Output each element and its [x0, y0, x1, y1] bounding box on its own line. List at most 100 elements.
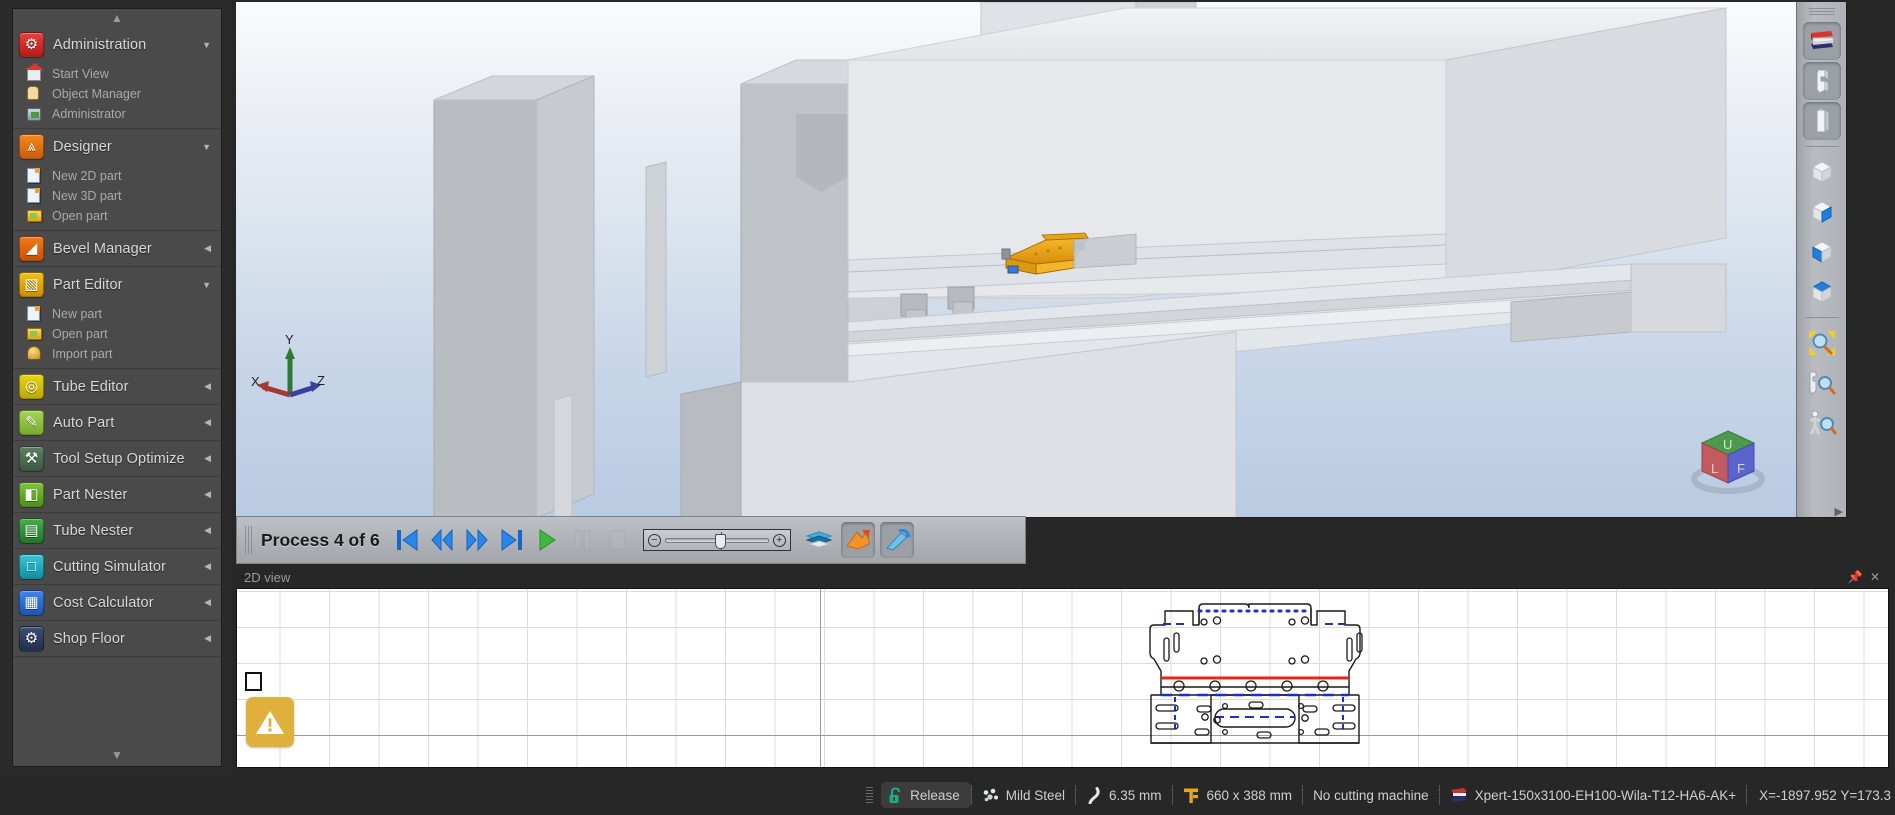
sidebar-subitem-open-part[interactable]: Open part	[13, 206, 221, 226]
3d-viewport[interactable]: Y X Z U L F ▶	[236, 2, 1847, 518]
2d-view-canvas[interactable]	[236, 588, 1889, 768]
zoom-dynamic-icon[interactable]	[1803, 404, 1841, 442]
view-front-cube-icon[interactable]	[1803, 233, 1841, 271]
slider-track[interactable]	[664, 531, 769, 551]
sidebar-scroll-up-button[interactable]: ▲	[13, 9, 221, 27]
chevron-left-icon[interactable]: ◀	[204, 381, 213, 392]
chevron-down-icon[interactable]: ▼	[202, 280, 213, 290]
sidebar-subitem-administrator[interactable]: Administrator	[13, 104, 221, 124]
chevron-right-icon[interactable]: ▶	[1835, 505, 1843, 517]
sidebar-subitem-import-part[interactable]: Import part	[13, 344, 221, 364]
process-toolbar-grip[interactable]	[245, 526, 252, 554]
chevron-left-icon[interactable]: ◀	[204, 489, 213, 500]
cube-face-top: U	[1723, 437, 1732, 452]
sidebar-item-tube-nester[interactable]: ▤ Tube Nester ◀	[13, 513, 221, 548]
chevron-left-icon[interactable]: ◀	[204, 453, 213, 464]
view-top-cube-icon[interactable]	[1803, 273, 1841, 311]
punch-tool-icon[interactable]	[1802, 62, 1841, 100]
press-brake-small-icon	[1450, 788, 1467, 802]
bend-animation-button[interactable]	[840, 522, 875, 558]
view-cube[interactable]: U L F	[1682, 423, 1774, 495]
material-status-label: Mild Steel	[1005, 787, 1065, 803]
slider-thumb[interactable]	[714, 533, 726, 549]
last-process-button[interactable]	[497, 523, 527, 557]
slider-plus-icon[interactable]: +	[772, 533, 786, 547]
thickness-status[interactable]: 6.35 mm	[1076, 782, 1172, 808]
chevron-left-icon[interactable]: ◀	[204, 243, 213, 254]
release-status[interactable]: Release	[881, 782, 971, 808]
pause-button[interactable]	[567, 523, 597, 557]
play-button[interactable]	[532, 523, 562, 557]
chevron-left-icon[interactable]: ◀	[204, 417, 213, 428]
icon-glyph: ⚙	[24, 36, 39, 53]
view-right-cube-icon[interactable]	[1803, 193, 1841, 231]
machine-status[interactable]: No cutting machine	[1303, 782, 1439, 808]
sidebar-item-tool-setup-optimize[interactable]: ⚒ Tool Setup Optimize ◀	[13, 441, 221, 476]
2d-vertical-axis	[820, 589, 821, 767]
nav-group-designer: ⩓ Designer ▼ New 2D part New 3D part Open par…	[13, 129, 221, 231]
sidebar-item-label: Cutting Simulator	[53, 558, 166, 575]
collision-view-button[interactable]	[802, 522, 836, 558]
sidebar-scroll-down-button[interactable]: ▼	[13, 744, 221, 766]
import-icon	[27, 346, 43, 362]
next-process-button[interactable]	[462, 523, 492, 557]
tool-setup-button[interactable]	[879, 522, 914, 558]
press-brake-icon[interactable]	[1802, 22, 1841, 60]
icon-shape	[27, 210, 42, 222]
first-process-button[interactable]	[392, 523, 422, 557]
chevron-left-icon[interactable]: ◀	[204, 561, 213, 572]
sidebar-item-cost-calculator[interactable]: ▦ Cost Calculator ◀	[13, 585, 221, 620]
sidebar-item-designer[interactable]: ⩓ Designer ▼	[13, 129, 221, 164]
view-iso-cube-icon[interactable]	[1803, 153, 1841, 191]
sidebar-item-label: Designer	[53, 138, 112, 155]
chevron-left-icon[interactable]: ◀	[204, 597, 213, 608]
sidebar-item-part-editor[interactable]: ▧ Part Editor ▼	[13, 267, 221, 302]
dimension-status[interactable]: 660 x 388 mm	[1173, 782, 1303, 808]
chevron-left-icon[interactable]: ◀	[204, 633, 213, 644]
cube-face-front: F	[1737, 461, 1745, 476]
warning-triangle-icon[interactable]	[246, 697, 294, 747]
close-icon[interactable]: ✕	[1865, 568, 1885, 586]
origin-marker[interactable]	[245, 672, 262, 691]
previous-process-button[interactable]	[427, 523, 457, 557]
press-status[interactable]: Xpert-150x3100-EH100-Wila-T12-HA6-AK+	[1440, 782, 1747, 808]
slider-minus-icon[interactable]: −	[647, 533, 661, 547]
sidebar-subitem-label: Import part	[52, 347, 113, 361]
icon-shape	[27, 328, 42, 340]
sidebar-subitem-label: Start View	[52, 67, 109, 81]
sidebar-subitem-object-manager[interactable]: Object Manager	[13, 84, 221, 104]
sidebar-item-bevel-manager[interactable]: ◢ Bevel Manager ◀	[13, 231, 221, 266]
speed-slider[interactable]: − +	[642, 529, 791, 551]
2d-view-title: 2D view	[244, 569, 291, 585]
die-tool-icon[interactable]	[1802, 102, 1841, 140]
chevron-left-icon[interactable]: ◀	[204, 525, 213, 536]
sidebar-item-auto-part[interactable]: ✎ Auto Part ◀	[13, 405, 221, 440]
thickness-icon	[1088, 786, 1100, 804]
sidebar-subitem-new-2d-part[interactable]: New 2D part	[13, 166, 221, 186]
nav-group-part-nester: ◧ Part Nester ◀	[13, 477, 221, 513]
status-bar-grip[interactable]	[866, 787, 874, 803]
chevron-down-icon[interactable]: ▼	[202, 142, 213, 152]
sidebar-item-cutting-simulator[interactable]: □ Cutting Simulator ◀	[13, 549, 221, 584]
ruler-icon	[1183, 788, 1198, 803]
part-flat-pattern[interactable]	[1137, 591, 1389, 764]
pin-icon[interactable]: 📌	[1845, 568, 1865, 586]
sidebar-subitem-start-view[interactable]: Start View	[13, 63, 221, 84]
process-label: Process 4 of 6	[261, 529, 380, 550]
icon-glyph: ⩓	[27, 138, 36, 155]
sidebar-item-tube-editor[interactable]: ◎ Tube Editor ◀	[13, 369, 221, 404]
zoom-fit-icon[interactable]	[1803, 324, 1841, 362]
material-status[interactable]: Mild Steel	[972, 782, 1075, 808]
sidebar-subitem-open-part[interactable]: Open part	[13, 324, 221, 344]
chevron-down-icon[interactable]: ▼	[202, 40, 213, 50]
zoom-window-icon[interactable]	[1803, 364, 1841, 402]
sidebar-subitem-new-3d-part[interactable]: New 3D part	[13, 186, 221, 206]
sidebar-item-part-nester[interactable]: ◧ Part Nester ◀	[13, 477, 221, 512]
sidebar-item-shop-floor[interactable]: ⚙ Shop Floor ◀	[13, 621, 221, 656]
icon-glyph: □	[26, 558, 37, 575]
thickness-status-label: 6.35 mm	[1108, 787, 1162, 803]
toolbar-grip[interactable]	[1808, 8, 1835, 17]
sidebar-item-administration[interactable]: ⚙ Administration ▼	[13, 27, 221, 62]
sidebar-subitem-new-part[interactable]: New part	[13, 304, 221, 324]
stop-button[interactable]	[602, 523, 632, 557]
